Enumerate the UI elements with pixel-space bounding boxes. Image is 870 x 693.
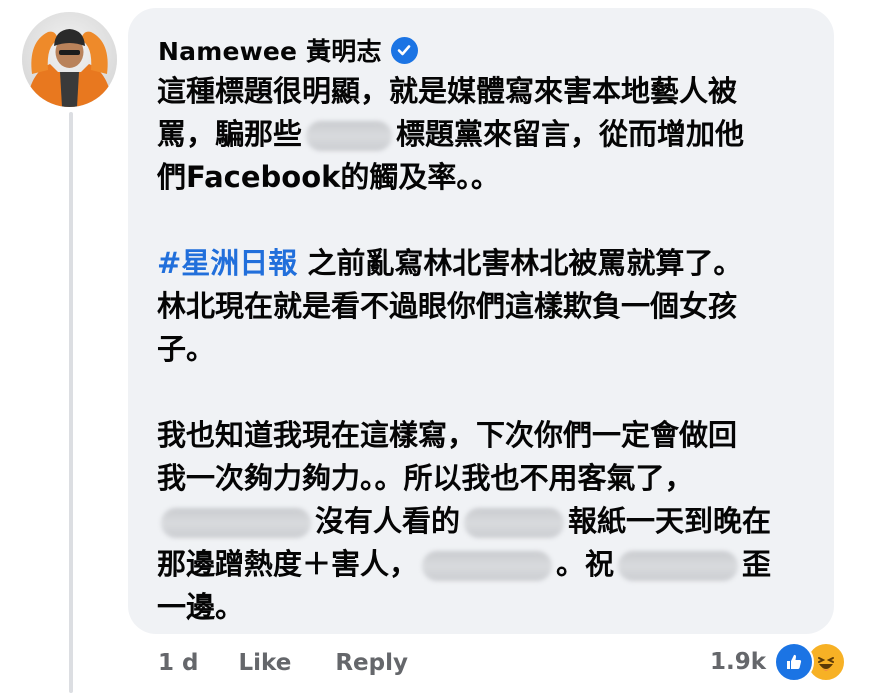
comment-text: 這種標題很明顯，就是媒體寫來害本地藝人被 罵，騙那些 標題黨來留言，從而增加他們Fa… bbox=[157, 70, 817, 629]
like-reaction-icon bbox=[774, 642, 814, 682]
comment-text-segment: 我一次夠力夠力。。所以我也不用客氣了， bbox=[157, 461, 694, 495]
comment-text-segment: 沒有人看的 bbox=[315, 504, 461, 538]
thread-line bbox=[69, 112, 73, 693]
comment-bubble: Namewee 黃明志 這種標題很明顯，就是媒體寫來害本地藝人被 罵，騙那些 標題黨… bbox=[128, 8, 834, 634]
reply-button[interactable]: Reply bbox=[335, 650, 408, 676]
hashtag-link[interactable]: #星洲日報 bbox=[157, 246, 297, 280]
like-button[interactable]: Like bbox=[238, 650, 291, 676]
avatar[interactable] bbox=[22, 12, 117, 107]
comment-text-segment: 報紙一天到晚在 bbox=[568, 504, 772, 538]
comment-text-segment: 歪 bbox=[742, 547, 772, 581]
comment-line: #星洲日報 之前亂寫林北害林北被罵就算了。 bbox=[157, 242, 817, 285]
comment-line: 這種標題很明顯，就是媒體寫來害本地藝人被 bbox=[157, 70, 817, 113]
comment-line: 我也知道我現在這樣寫，下次你們一定會做回 bbox=[157, 414, 817, 457]
comment-line: 們Facebook的觸及率。。 bbox=[157, 156, 817, 199]
comment-text-segment: 我也知道我現在這樣寫，下次你們一定會做回 bbox=[157, 418, 738, 452]
redacted-text bbox=[618, 551, 739, 581]
verified-badge-icon bbox=[390, 36, 418, 64]
comment-line: 那邊蹭熱度＋害人， 。祝 歪 bbox=[157, 543, 817, 586]
comment-line: 一邊。 bbox=[157, 586, 817, 629]
comment-thread: Namewee 黃明志 這種標題很明顯，就是媒體寫來害本地藝人被 罵，騙那些 標題黨… bbox=[0, 0, 870, 693]
reaction-summary[interactable]: 1.9k bbox=[710, 640, 846, 684]
comment-text-segment: 那邊蹭熱度＋害人， bbox=[157, 547, 419, 581]
comment-line: 子。 bbox=[157, 328, 817, 371]
author-row: Namewee 黃明志 bbox=[158, 32, 418, 68]
comment-text-segment: 這種標題很明顯，就是媒體寫來害本地藝人被 bbox=[157, 74, 738, 108]
reaction-count: 1.9k bbox=[709, 649, 766, 675]
comment-line: 林北現在就是看不過眼你們這樣欺負一個女孩 bbox=[157, 285, 817, 328]
redacted-text bbox=[422, 551, 553, 581]
redacted-text bbox=[306, 121, 393, 151]
avatar-image bbox=[22, 12, 117, 107]
comment-actions: 1 d Like Reply bbox=[158, 643, 452, 683]
comment-line: 我一次夠力夠力。。所以我也不用客氣了， bbox=[157, 457, 817, 500]
author-name[interactable]: Namewee 黃明志 bbox=[158, 32, 382, 68]
comment-text-segment: 標題黨來留言，從而增加他 bbox=[396, 117, 745, 151]
comment-text-segment: 們Facebook的觸及率。。 bbox=[157, 160, 500, 194]
redacted-text bbox=[464, 508, 565, 538]
comment-line: 罵，騙那些 標題黨來留言，從而增加他 bbox=[157, 113, 817, 156]
comment-line: 沒有人看的 報紙一天到晚在 bbox=[157, 500, 817, 543]
comment-text-segment: 子。 bbox=[157, 332, 216, 366]
comment-text-segment: 一邊。 bbox=[157, 590, 245, 624]
comment-text-segment: 罵，騙那些 bbox=[157, 117, 303, 151]
comment-text-segment: 之前亂寫林北害林北被罵就算了。 bbox=[297, 246, 743, 280]
redacted-text bbox=[161, 508, 311, 538]
comment-text-segment: 。祝 bbox=[556, 547, 615, 581]
comment-text-segment: 林北現在就是看不過眼你們這樣欺負一個女孩 bbox=[157, 289, 738, 323]
timestamp[interactable]: 1 d bbox=[158, 650, 198, 676]
